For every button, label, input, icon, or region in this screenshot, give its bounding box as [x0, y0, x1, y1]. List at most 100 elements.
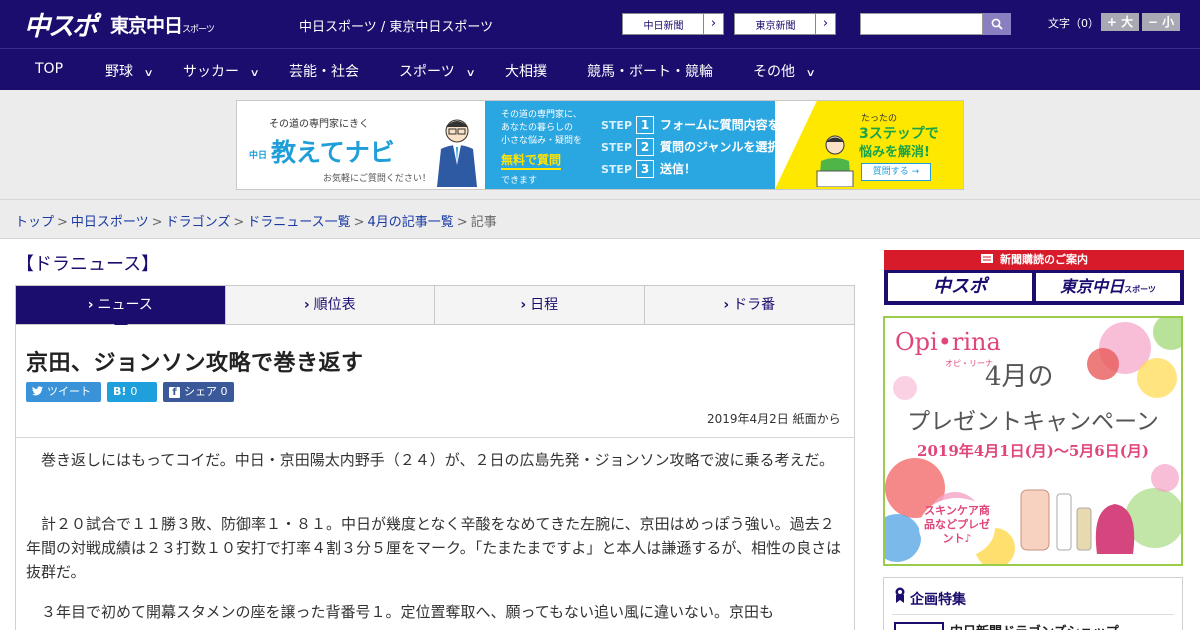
tokyo-logo-text: 東京中日: [110, 15, 183, 37]
tokyo-shimbun-link[interactable]: 東京新聞 ›: [734, 13, 836, 35]
hatena-bookmark-button[interactable]: B! 0: [107, 382, 157, 402]
section-tabs: › ニュース › 順位表 › 日程 › ドラ番: [15, 285, 855, 325]
nav-sumo[interactable]: 大相撲: [505, 61, 547, 81]
breadcrumb-dragons[interactable]: ドラゴンズ: [166, 215, 231, 230]
chunichi-link-label: 中日新聞: [643, 21, 684, 32]
tweet-button[interactable]: ツイート: [26, 382, 101, 402]
chevron-right-icon: ›: [87, 297, 94, 313]
article-paragraph: 計２０試合で１１勝３敗、防御率１・８１。中日が幾度となく辛酸をなめてきた左腕に、…: [26, 515, 842, 581]
promo-month: 4月の: [985, 362, 1054, 392]
facebook-share-button[interactable]: f シェア 0: [163, 382, 234, 402]
promo-campaign: プレゼントキャンペーン: [907, 409, 1159, 435]
step-text: 送信！: [660, 162, 697, 176]
chevron-down-icon: ∨: [805, 68, 816, 79]
banner-left: その道の専門家にきく 中日 教えてナビ お気軽にご質問ください！: [237, 101, 485, 189]
chunichi-shimbun-link[interactable]: 中日新聞 ›: [622, 13, 724, 35]
opirina-promo-ad[interactable]: Opi•rina オピ・リーナ 4月の プレゼントキャンペーン 2019年4月1…: [883, 316, 1183, 566]
tokyo-chunichi-subscribe-link[interactable]: 東京中日スポーツ: [1036, 273, 1180, 301]
font-larger-button[interactable]: + 大: [1101, 13, 1139, 31]
breadcrumb-dora-news-list[interactable]: ドラニュース一覧: [247, 215, 350, 230]
nav-soccer[interactable]: サッカー ∨: [183, 61, 260, 81]
main-nav: TOP 野球 ∨ サッカー ∨ 芸能・社会 スポーツ ∨ 大相撲 競馬・ボート・競輪 …: [0, 48, 1200, 90]
breadcrumb-top[interactable]: トップ: [15, 215, 54, 230]
tab-schedule[interactable]: › 日程: [435, 286, 645, 324]
person-with-laptop-illustration: [816, 135, 854, 187]
chevron-right-icon: ›: [723, 297, 730, 313]
chuspo-logo[interactable]: 中スポ: [24, 6, 98, 43]
facebook-f-icon: f: [169, 387, 180, 398]
nav-sports[interactable]: スポーツ ∨: [399, 61, 476, 81]
tab-dora-ban[interactable]: › ドラ番: [644, 286, 854, 324]
chuspo-subscribe-link[interactable]: 中スポ: [888, 273, 1032, 301]
subscription-title: 新聞購読のご案内: [1000, 253, 1088, 266]
article-date: 2019年4月2日 紙面から: [707, 412, 841, 426]
feature-thumbnail[interactable]: [894, 622, 944, 630]
search-button[interactable]: [983, 13, 1011, 35]
step-label: STEP: [601, 163, 633, 176]
nav-label: その他: [753, 64, 795, 80]
banner-free-question: 無料で質問: [501, 151, 562, 170]
font-smaller-button[interactable]: − 小: [1142, 13, 1180, 31]
banner-brand-prefix: 中日: [249, 150, 268, 161]
chevron-down-icon: ∨: [465, 68, 476, 79]
nav-other[interactable]: その他 ∨: [753, 61, 816, 81]
tab-label: 順位表: [313, 297, 356, 313]
banner-mid-line: 小さな悩み・疑問を: [501, 136, 583, 146]
nav-racing[interactable]: 競馬・ボート・競輪: [587, 61, 713, 81]
nav-label: 芸能・社会: [289, 64, 359, 80]
twitter-bird-icon: [32, 386, 43, 396]
hatena-count: 0: [130, 385, 138, 398]
tokyo-logo-sub: スポーツ: [182, 25, 215, 35]
tab-standings[interactable]: › 順位表: [225, 286, 435, 324]
promo-dates: 2019年4月1日(月)～5月6日(月): [917, 442, 1149, 460]
tab-news[interactable]: › ニュース: [16, 286, 226, 324]
subscribe-logo-sub: スポーツ: [1124, 285, 1156, 294]
breadcrumb-april-list[interactable]: 4月の記事一覧: [368, 215, 454, 230]
banner-caption: お気軽にご質問ください！: [323, 174, 431, 184]
search-icon: [991, 18, 1003, 30]
nav-top[interactable]: TOP: [35, 61, 63, 77]
banner-mid-text: その道の専門家に、 あなたの暮らしの 小さな悩み・疑問を: [501, 109, 582, 148]
ad-strip: その道の専門家にきく 中日 教えてナビ お気軽にご質問ください！ その道の専門家に…: [0, 90, 1200, 200]
banner-step: STEP 3 送信！: [601, 159, 804, 181]
banner-brand-name: 教えてナビ: [271, 138, 395, 167]
step-label: STEP: [601, 141, 633, 154]
chevron-right-icon: ›: [815, 14, 835, 34]
ribbon-icon: [895, 587, 905, 603]
banner-step: STEP 2 質問のジャンルを選択: [601, 137, 804, 159]
tokyo-link-label: 東京新聞: [755, 21, 796, 32]
nav-baseball[interactable]: 野球 ∨: [105, 61, 154, 81]
nav-label: TOP: [35, 61, 64, 77]
banner-right-text-3: 悩みを解消!: [859, 145, 930, 160]
breadcrumb-separator: >: [57, 215, 68, 230]
nav-label: サッカー: [183, 64, 239, 80]
hatena-bookmark-icon: B!: [113, 385, 127, 398]
banner-mid-line: あなたの暮らしの: [501, 123, 574, 133]
nav-entertainment[interactable]: 芸能・社会: [289, 61, 359, 81]
banner-mid-line: その道の専門家に、: [501, 110, 582, 120]
chevron-right-icon: ›: [703, 14, 723, 34]
nav-label: 競馬・ボート・競輪: [587, 64, 713, 80]
tab-label: ドラ番: [733, 297, 776, 313]
breadcrumb-chunichi-sports[interactable]: 中日スポーツ: [71, 215, 149, 230]
step-text: 質問のジャンルを選択: [660, 140, 780, 154]
banner-brand: 中日 教えてナビ: [249, 133, 395, 169]
breadcrumb: トップ > 中日スポーツ > ドラゴンズ > ドラニュース一覧 >4月の記事一覧 > 記事: [15, 211, 497, 230]
ask-question-button[interactable]: 質問する →: [861, 163, 931, 181]
oshiete-navi-banner[interactable]: その道の専門家にきく 中日 教えてナビ お気軽にご質問ください！ その道の専門家に…: [236, 100, 964, 190]
tweet-label: ツイート: [47, 385, 91, 398]
step-text: フォームに質問内容を入力: [660, 118, 804, 132]
feature-item-dragons-shop[interactable]: 中日新聞ドラゴンズショップ: [950, 621, 1119, 630]
divider: [892, 614, 1174, 615]
article-paragraph: ３年目で初めて開幕スタメンの座を譲った背番号１。定位置奪取へ、願ってもない追い風…: [41, 603, 775, 621]
banner-steps: STEP 1 フォームに質問内容を入力 STEP 2 質問のジャンルを選択 STEP 3 送…: [601, 115, 804, 181]
tokyo-chunichi-logo[interactable]: 東京中日スポーツ: [110, 11, 215, 38]
search-input[interactable]: [860, 13, 983, 35]
subscription-header[interactable]: 新聞購読のご案内: [884, 250, 1184, 270]
nav-label: スポーツ: [399, 64, 455, 80]
chevron-down-icon: ∨: [249, 68, 260, 79]
banner-tagline: その道の専門家にきく: [269, 119, 369, 130]
chevron-down-icon: ∨: [143, 68, 154, 79]
breadcrumb-separator: >: [151, 215, 163, 230]
promo-brand: Opi•rina: [895, 328, 1001, 356]
